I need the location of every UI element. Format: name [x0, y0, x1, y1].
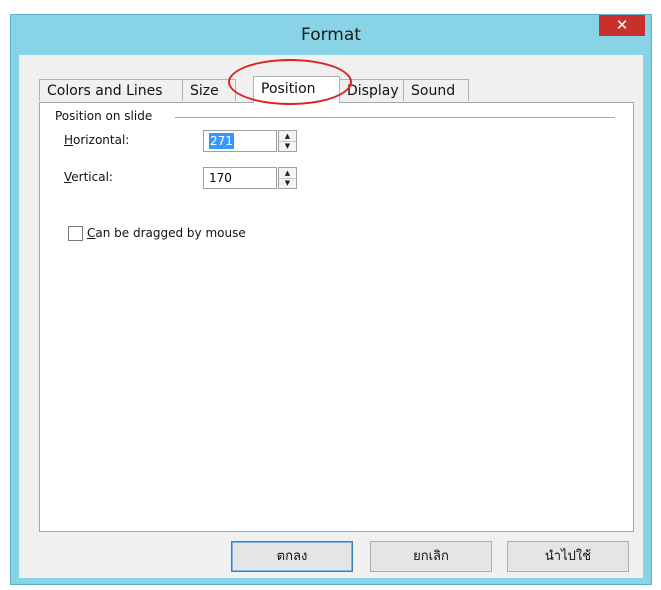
format-dialog: Format ✕ Colors and Lines Size Position … [10, 14, 652, 585]
horizontal-spinner[interactable]: ▲ ▼ [278, 130, 297, 152]
vertical-spinner[interactable]: ▲ ▼ [278, 167, 297, 189]
tab-colors-and-lines[interactable]: Colors and Lines [39, 79, 183, 101]
apply-button[interactable]: นำไปใช้ [507, 541, 629, 572]
tab-position[interactable]: Position [253, 76, 340, 103]
title-bar: Format ✕ [11, 15, 651, 55]
drag-checkbox[interactable] [68, 226, 83, 241]
vertical-label: Vertical: [64, 170, 113, 184]
vertical-input[interactable]: 170 [203, 167, 277, 189]
dialog-client-area: Colors and Lines Size Position Display S… [19, 55, 643, 578]
vertical-value: 170 [209, 171, 232, 185]
cancel-button[interactable]: ยกเลิก [370, 541, 492, 572]
horizontal-input[interactable]: 271 [203, 130, 277, 152]
horizontal-value: 271 [209, 133, 234, 149]
ok-button[interactable]: ตกลง [231, 541, 353, 572]
horizontal-label: Horizontal: [64, 133, 130, 147]
tab-display[interactable]: Display [339, 79, 404, 101]
position-on-slide-label: Position on slide [55, 109, 157, 123]
drag-checkbox-label[interactable]: Can be dragged by mouse [87, 226, 246, 240]
close-icon: ✕ [615, 16, 629, 34]
dialog-title: Format [301, 25, 361, 45]
tab-sound[interactable]: Sound [403, 79, 469, 101]
position-tab-panel: Position on slide Horizontal: 271 ▲ ▼ Ve… [39, 102, 634, 532]
spin-down-arrow-icon[interactable]: ▼ [279, 141, 296, 151]
close-button[interactable]: ✕ [599, 15, 645, 36]
tab-size[interactable]: Size [182, 79, 236, 101]
spin-down-arrow-icon[interactable]: ▼ [279, 178, 296, 188]
group-divider [175, 117, 615, 118]
